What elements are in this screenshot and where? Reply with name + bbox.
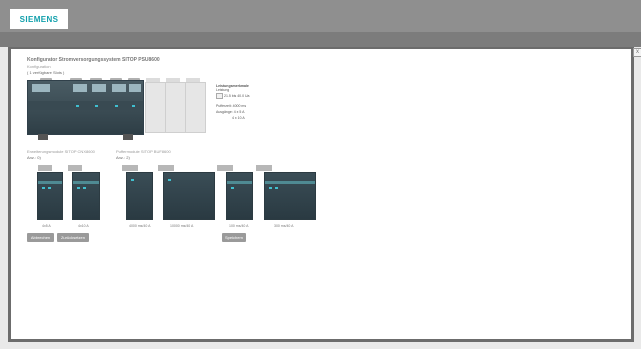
voltage-select[interactable] (216, 93, 223, 99)
module-tab (68, 165, 82, 171)
close-button[interactable]: x (633, 48, 641, 57)
empty-slot[interactable] (145, 82, 166, 133)
module-tab (158, 165, 174, 171)
module-label: 10000 ms/40 A (170, 224, 194, 228)
header-stripe (0, 32, 641, 47)
slots-note: ( 1 verfügbare Slots ) (27, 70, 65, 75)
specs-voltage-label: Leistung (216, 88, 230, 92)
reset-button[interactable]: Zurücksetzen (57, 233, 89, 242)
dialog-title: Konfigurator Stromversorgungssystem SITO… (27, 57, 160, 63)
cancel-button[interactable]: Abbrechen (27, 233, 54, 242)
buffer-module-10000-image[interactable] (163, 172, 215, 220)
extension-module-4x10-image[interactable] (72, 172, 100, 220)
extension-modules-title: Erweiterungsmodule SITOP CNX8600 (27, 149, 95, 154)
buffer-module-4000-image[interactable] (126, 172, 153, 220)
configuration-label: Konfiguration (27, 64, 51, 69)
module-tab (217, 165, 233, 171)
module-tab (38, 165, 52, 171)
module-label: 4x5 A (42, 224, 51, 228)
module-label: 4x10 A (78, 224, 89, 228)
extension-modules-count: Anz.: 0) (27, 155, 41, 160)
brand-text: SIEMENS (19, 14, 59, 24)
module-label: 4000 ms/40 A (129, 224, 151, 228)
specs-outputs-1: Ausgänge: 4 x 5 A (216, 110, 245, 114)
specs-voltage-value: 21.5 bis 40.0 Ua (224, 94, 250, 98)
module-tab (256, 165, 272, 171)
main-power-supply-image[interactable] (27, 80, 144, 140)
module-tab (122, 165, 138, 171)
siemens-logo[interactable]: SIEMENS (10, 9, 68, 29)
buffer-module-100-image[interactable] (226, 172, 253, 220)
specs-buffer-time: Pufferzeit: 4000 ms (216, 104, 247, 108)
empty-slot[interactable] (185, 82, 206, 133)
module-label: 300 ms/40 A (274, 224, 294, 228)
specs-outputs-2: 4 x 10 A (232, 116, 245, 120)
save-button[interactable]: Speichern (222, 233, 246, 242)
extension-module-4x5-image[interactable] (37, 172, 63, 220)
buffer-module-300-image[interactable] (264, 172, 316, 220)
module-label: 100 ms/40 A (229, 224, 249, 228)
buffer-modules-title: Puffermodule SITOP BUF8600 (116, 149, 171, 154)
empty-slot[interactable] (165, 82, 186, 133)
buffer-modules-count: Anz.: 2) (116, 155, 130, 160)
